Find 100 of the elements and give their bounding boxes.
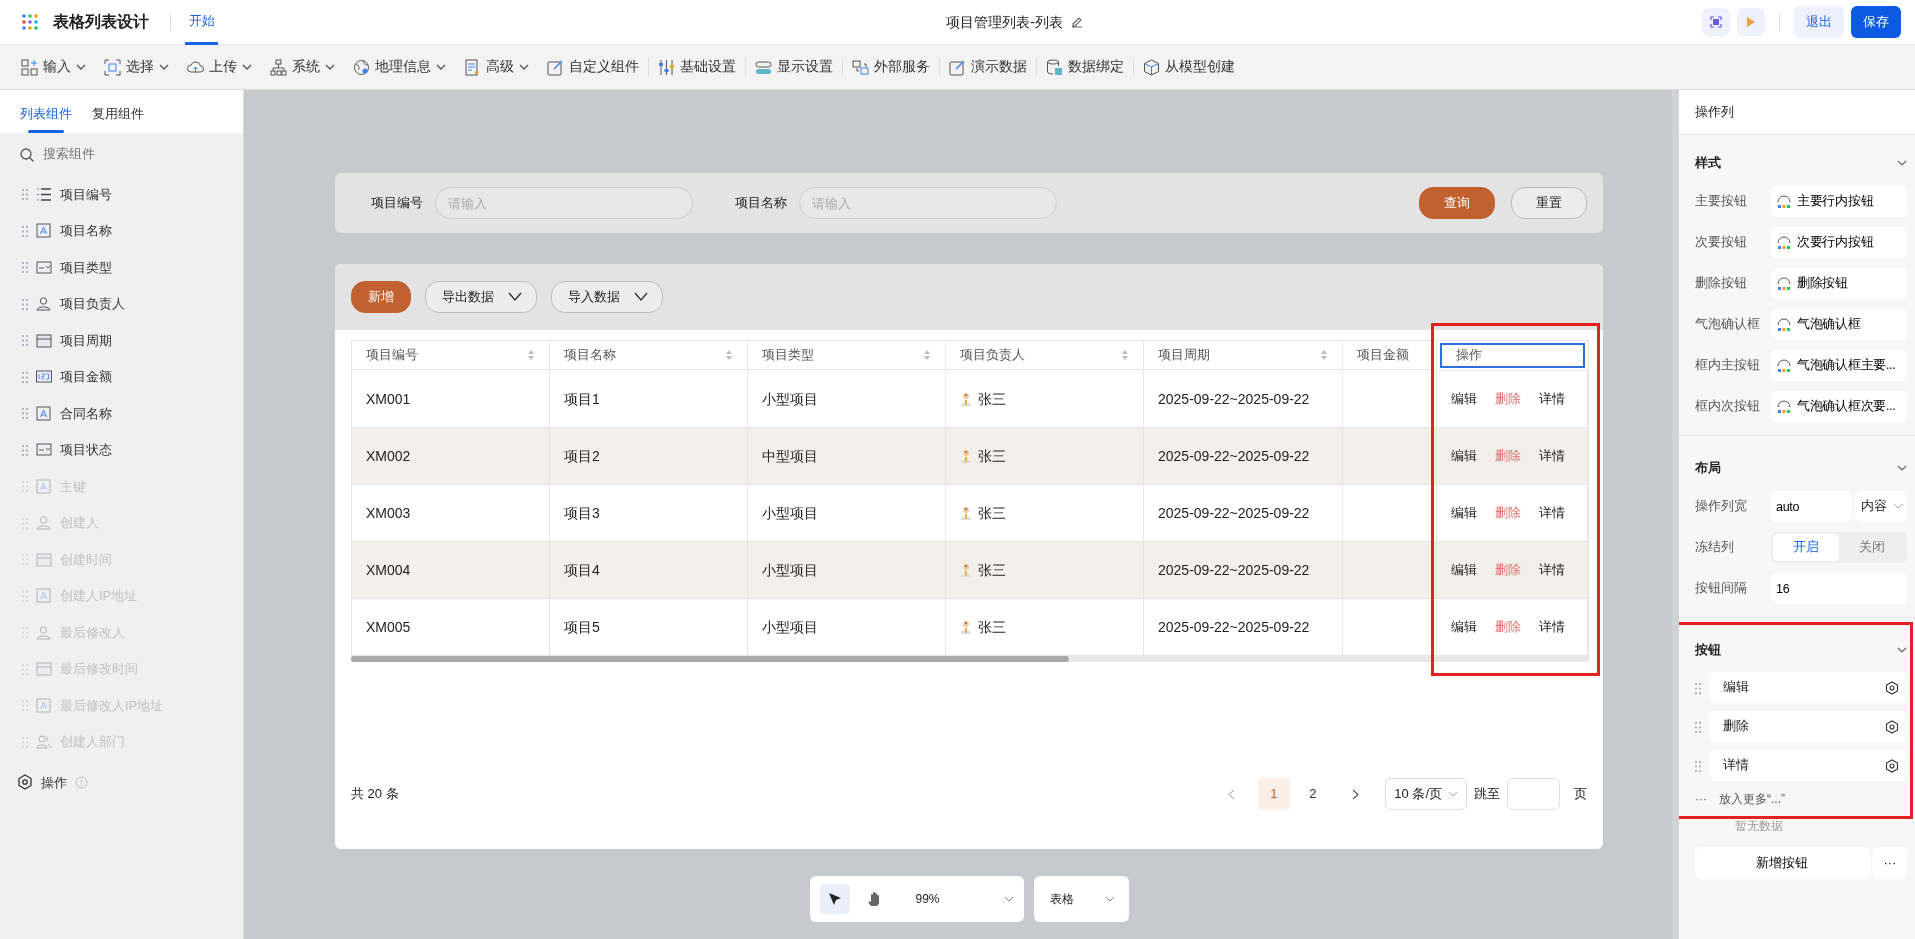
gap-input[interactable]: 16 [1771,573,1907,604]
button-item[interactable]: 删除 [1723,717,1749,736]
style-select[interactable]: 气泡确认框主要... [1771,350,1907,381]
drag-handle-icon[interactable] [22,407,28,420]
edit-icon [547,58,564,76]
row-action-link[interactable]: 详情 [1539,503,1565,523]
fullscreen-button[interactable] [1702,8,1730,36]
settings-icon[interactable] [1885,719,1899,734]
search-field[interactable]: 搜索组件 [41,144,221,165]
toolbar-button[interactable]: 地理信息 [344,52,455,82]
toolbar-button[interactable]: 自定义组件 [538,52,648,82]
component-item[interactable]: 项目周期 [60,330,112,350]
toolbar-button[interactable]: 基础设置 [649,52,745,82]
column-header[interactable]: 项目金额 [1343,341,1437,370]
toggle-option[interactable]: 开启 [1773,534,1839,561]
column-header[interactable]: 项目名称 [550,341,748,370]
sidebar-tab[interactable]: 复用组件 [86,103,150,133]
sort-icon[interactable] [1320,349,1328,361]
page-button[interactable]: 2 [1296,778,1329,810]
component-item[interactable]: 项目负责人 [60,294,125,314]
sort-icon[interactable] [725,349,733,361]
header-button[interactable]: 保存 [1851,6,1901,38]
column-header[interactable]: 项目类型 [748,341,946,370]
row-action-link[interactable]: 详情 [1539,560,1565,580]
header-button[interactable]: 退出 [1794,6,1844,38]
toolbar-button[interactable]: 输入 [12,52,95,82]
row-action-link[interactable]: 详情 [1539,389,1565,409]
style-select[interactable]: 气泡确认框次要... [1771,391,1907,422]
page-button[interactable]: 1 [1257,778,1290,810]
toolbar-button[interactable]: 上传 [178,52,261,82]
drag-handle-icon[interactable] [22,370,28,383]
page-input[interactable] [1507,778,1560,810]
sort-icon[interactable] [1121,349,1129,361]
toolbar-button[interactable]: 从模型创建 [1134,52,1244,82]
style-select[interactable]: 主要行内按钮 [1771,186,1907,217]
drag-handle-icon[interactable] [1695,681,1701,694]
row-action-link[interactable]: 编辑 [1451,560,1477,580]
chevron-down-icon[interactable] [1897,159,1907,167]
filter-button[interactable]: 重置 [1511,187,1587,219]
chevron-down-icon[interactable] [1897,646,1907,654]
component-item[interactable]: 项目状态 [60,440,112,460]
style-select[interactable]: 气泡确认框 [1771,309,1907,340]
toolbar-button[interactable]: 显示设置 [746,52,842,82]
play-button[interactable] [1737,8,1765,36]
operation-item[interactable]: 操作 [41,772,67,792]
toolbar-button[interactable]: 高级 [455,52,538,82]
more-button[interactable]: ··· [1873,847,1907,879]
scrollbar[interactable] [351,656,1070,662]
component-item[interactable]: 项目金额 [60,367,112,387]
button-item[interactable]: 编辑 [1723,678,1749,697]
toolbar-button[interactable]: 系统 [261,52,344,82]
settings-icon[interactable] [1885,680,1899,695]
row-action-link[interactable]: 详情 [1539,446,1565,466]
drag-handle-icon[interactable] [22,334,28,347]
sort-icon[interactable] [527,349,535,361]
column-header[interactable]: 操作 [1440,343,1585,368]
row-action-link[interactable]: 编辑 [1451,617,1477,637]
component-item[interactable]: 项目编号 [60,184,112,204]
button-item[interactable]: 详情 [1723,756,1749,775]
style-select[interactable]: 次要行内按钮 [1771,227,1907,258]
action-button[interactable]: 导出数据 [425,281,537,313]
drag-handle-icon[interactable] [22,224,28,237]
toolbar-button[interactable]: 数据绑定 [1037,52,1133,82]
component-item[interactable]: 项目类型 [60,257,112,277]
settings-icon[interactable] [1885,758,1899,773]
toggle-option[interactable]: 关闭 [1839,534,1905,561]
drag-handle-icon[interactable] [22,297,28,310]
component-item[interactable]: 项目名称 [60,221,112,241]
toolbar-button[interactable]: 外部服务 [843,52,939,82]
column-header[interactable]: 项目周期 [1144,341,1343,370]
row-action-link[interactable]: 编辑 [1451,503,1477,523]
page-size-select[interactable]: 10 条/页 [1385,778,1467,810]
row-action-link[interactable]: 详情 [1539,617,1565,637]
unit-select[interactable]: 内容 [1855,491,1907,522]
edit-icon[interactable] [1069,15,1084,29]
drag-handle-icon[interactable] [1695,759,1701,772]
style-select[interactable]: 删除按钮 [1771,268,1907,299]
row-action-link[interactable]: 编辑 [1451,389,1477,409]
chevron-down-icon[interactable] [1897,464,1907,472]
width-input[interactable]: auto [1771,491,1852,522]
column-header[interactable]: 项目编号 [352,341,550,370]
add-button[interactable]: 新增按钮 [1695,847,1870,879]
component-item[interactable]: 合同名称 [60,403,112,423]
view-select[interactable]: 表格 [1033,876,1129,922]
toolbar-button[interactable]: 选择 [95,52,178,82]
tool-button[interactable] [819,884,850,914]
sort-icon[interactable] [923,349,931,361]
drag-handle-icon[interactable] [1695,720,1701,733]
drag-handle-icon[interactable] [22,261,28,274]
drag-handle-icon[interactable] [22,443,28,456]
action-button[interactable]: 导入数据 [551,281,663,313]
drag-handle-icon[interactable] [22,188,28,201]
filter-button[interactable]: 查询 [1419,187,1495,219]
toolbar-button[interactable]: 演示数据 [940,52,1036,82]
action-button[interactable]: 新增 [351,281,411,313]
section-title: 按钮 [1695,641,1721,660]
caret-icon [76,62,86,72]
row-action-link[interactable]: 编辑 [1451,446,1477,466]
column-header[interactable]: 项目负责人 [946,341,1144,370]
sidebar-tab[interactable]: 列表组件 [14,103,78,133]
